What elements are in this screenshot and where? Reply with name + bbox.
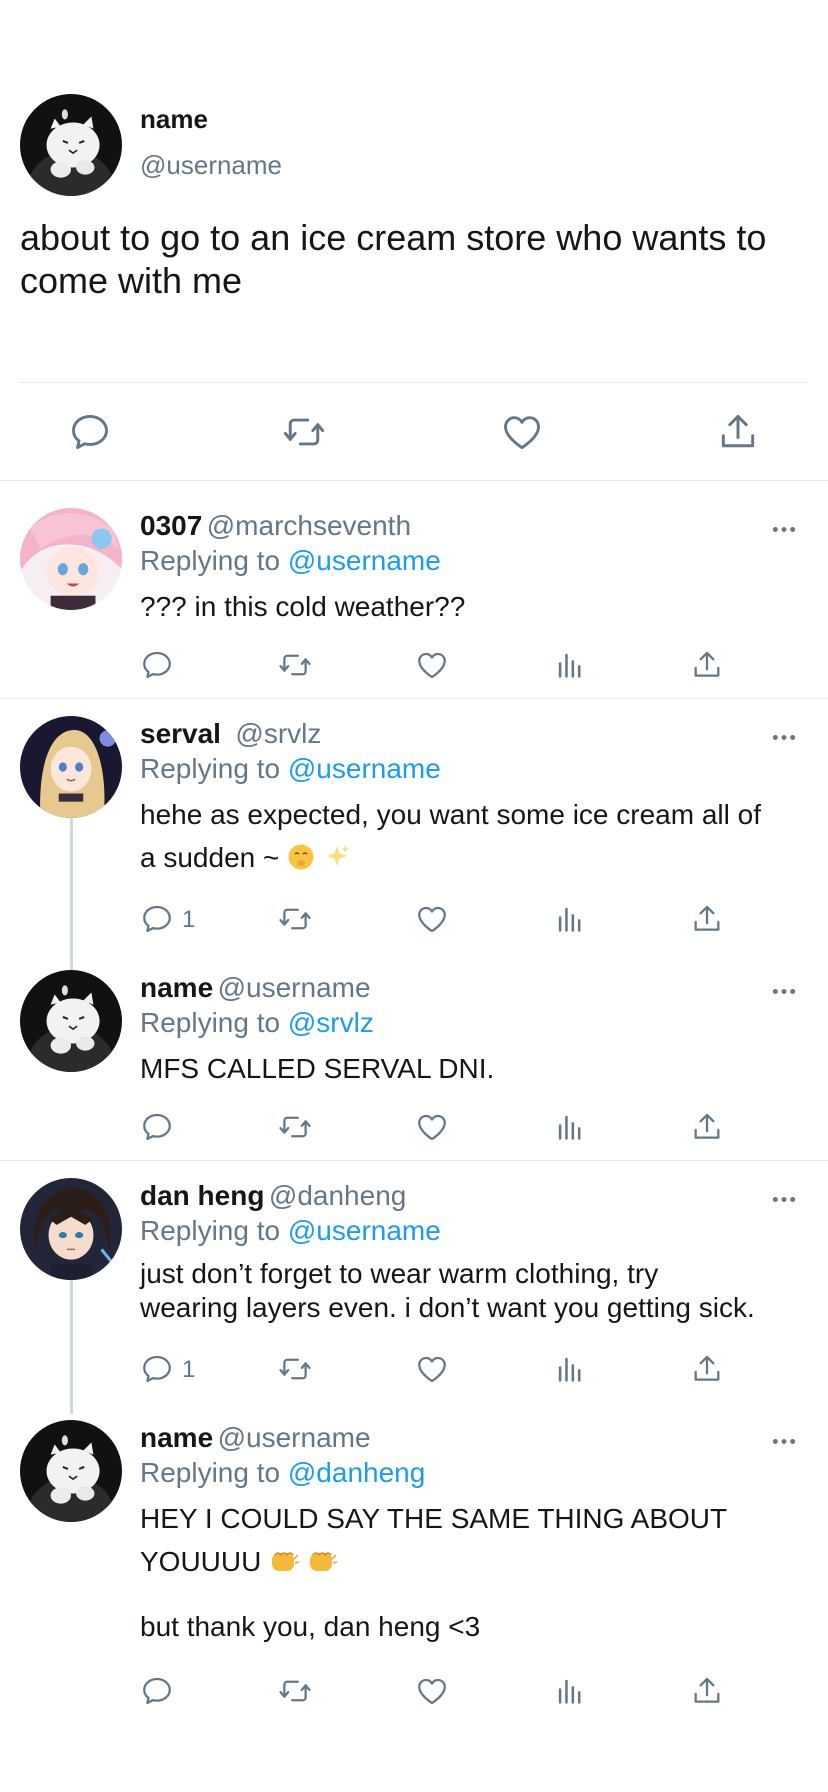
reply-text: ??? in this cold weather?? bbox=[140, 591, 466, 622]
more-icon[interactable] bbox=[771, 1191, 797, 1209]
retweet-icon[interactable] bbox=[278, 648, 312, 682]
main-tweet-text: about to go to an ice cream store who wa… bbox=[20, 217, 767, 301]
reply-author-name[interactable]: dan heng bbox=[140, 1180, 264, 1211]
retweet-icon[interactable] bbox=[278, 1352, 312, 1386]
section-divider bbox=[0, 698, 828, 699]
more-icon[interactable] bbox=[771, 983, 797, 1001]
reply-author-name[interactable]: 0307 bbox=[140, 510, 202, 541]
thread-line bbox=[70, 818, 73, 972]
reply-author-name[interactable]: serval bbox=[140, 718, 221, 749]
like-icon[interactable] bbox=[415, 1352, 449, 1386]
like-icon[interactable] bbox=[415, 648, 449, 682]
section-divider bbox=[0, 1160, 828, 1161]
reply-author-handle[interactable]: @danheng bbox=[269, 1180, 406, 1211]
reply-icon[interactable] bbox=[140, 1674, 174, 1708]
section-divider bbox=[0, 480, 828, 481]
reply-text: hehe as expected, you want some ice crea… bbox=[140, 793, 820, 883]
replying-to-line: Replying to @username bbox=[140, 1215, 441, 1246]
reply-icon[interactable] bbox=[140, 1352, 174, 1386]
replying-to-line: Replying to @srvlz bbox=[140, 1007, 374, 1038]
views-icon[interactable] bbox=[553, 1352, 587, 1386]
mention-link[interactable]: @srvlz bbox=[288, 1007, 374, 1038]
views-icon[interactable] bbox=[553, 648, 587, 682]
replying-to-line: Replying to @danheng bbox=[140, 1457, 426, 1488]
reply-author-handle[interactable]: @username bbox=[218, 972, 371, 1003]
reply-author-handle[interactable]: @username bbox=[218, 1422, 371, 1453]
reply-icon[interactable] bbox=[140, 648, 174, 682]
sparkles-emoji bbox=[323, 840, 351, 883]
mention-link[interactable]: @username bbox=[288, 753, 441, 784]
fist-bump-emoji bbox=[307, 1544, 338, 1587]
main-tweet-name[interactable]: name bbox=[140, 104, 208, 135]
more-icon[interactable] bbox=[771, 1433, 797, 1451]
retweet-icon[interactable] bbox=[278, 902, 312, 936]
reply-avatar[interactable] bbox=[20, 1178, 122, 1280]
reply-icon[interactable] bbox=[140, 1110, 174, 1144]
main-avatar[interactable] bbox=[20, 94, 122, 196]
share-icon[interactable] bbox=[690, 1110, 724, 1144]
main-tweet-handle[interactable]: @username bbox=[140, 150, 282, 181]
like-icon[interactable] bbox=[415, 1674, 449, 1708]
share-icon[interactable] bbox=[690, 902, 724, 936]
reply-author-handle[interactable]: @srvlz bbox=[235, 718, 321, 749]
reply-author-name[interactable]: name bbox=[140, 1422, 213, 1453]
replying-to-line: Replying to @username bbox=[140, 753, 441, 784]
mention-link[interactable]: @username bbox=[288, 545, 441, 576]
like-icon[interactable] bbox=[500, 410, 544, 454]
retweet-icon[interactable] bbox=[278, 1110, 312, 1144]
retweet-icon[interactable] bbox=[278, 1674, 312, 1708]
reply-text: just don’t forget to wear warm clothing,… bbox=[140, 1258, 755, 1323]
share-icon[interactable] bbox=[690, 648, 724, 682]
reply-author-handle[interactable]: @marchseventh bbox=[207, 510, 411, 541]
mention-link[interactable]: @danheng bbox=[288, 1457, 425, 1488]
retweet-icon[interactable] bbox=[282, 410, 326, 454]
reply-text: MFS CALLED SERVAL DNI. bbox=[140, 1053, 495, 1084]
reply-avatar[interactable] bbox=[20, 716, 122, 818]
reply-avatar[interactable] bbox=[20, 508, 122, 610]
shushing-face-emoji bbox=[287, 840, 315, 883]
share-icon[interactable] bbox=[690, 1674, 724, 1708]
reply-count: 1 bbox=[182, 1356, 196, 1383]
fist-bump-emoji bbox=[269, 1544, 300, 1587]
more-icon[interactable] bbox=[771, 521, 797, 539]
reply-author-name[interactable]: name bbox=[140, 972, 213, 1003]
reply-avatar[interactable] bbox=[20, 970, 122, 1072]
views-icon[interactable] bbox=[553, 1110, 587, 1144]
thread-line bbox=[70, 1280, 73, 1414]
reply-count: 1 bbox=[182, 906, 196, 933]
views-icon[interactable] bbox=[553, 1674, 587, 1708]
like-icon[interactable] bbox=[415, 1110, 449, 1144]
share-icon[interactable] bbox=[716, 410, 760, 454]
more-icon[interactable] bbox=[771, 729, 797, 747]
reply-icon[interactable] bbox=[68, 410, 112, 454]
replying-to-line: Replying to @username bbox=[140, 545, 441, 576]
reply-avatar[interactable] bbox=[20, 1420, 122, 1522]
views-icon[interactable] bbox=[553, 902, 587, 936]
mention-link[interactable]: @username bbox=[288, 1215, 441, 1246]
reply-icon[interactable] bbox=[140, 902, 174, 936]
main-tweet-divider bbox=[20, 382, 808, 383]
like-icon[interactable] bbox=[415, 902, 449, 936]
reply-text: HEY I COULD SAY THE SAME THING ABOUT YOU… bbox=[140, 1503, 728, 1642]
share-icon[interactable] bbox=[690, 1352, 724, 1386]
